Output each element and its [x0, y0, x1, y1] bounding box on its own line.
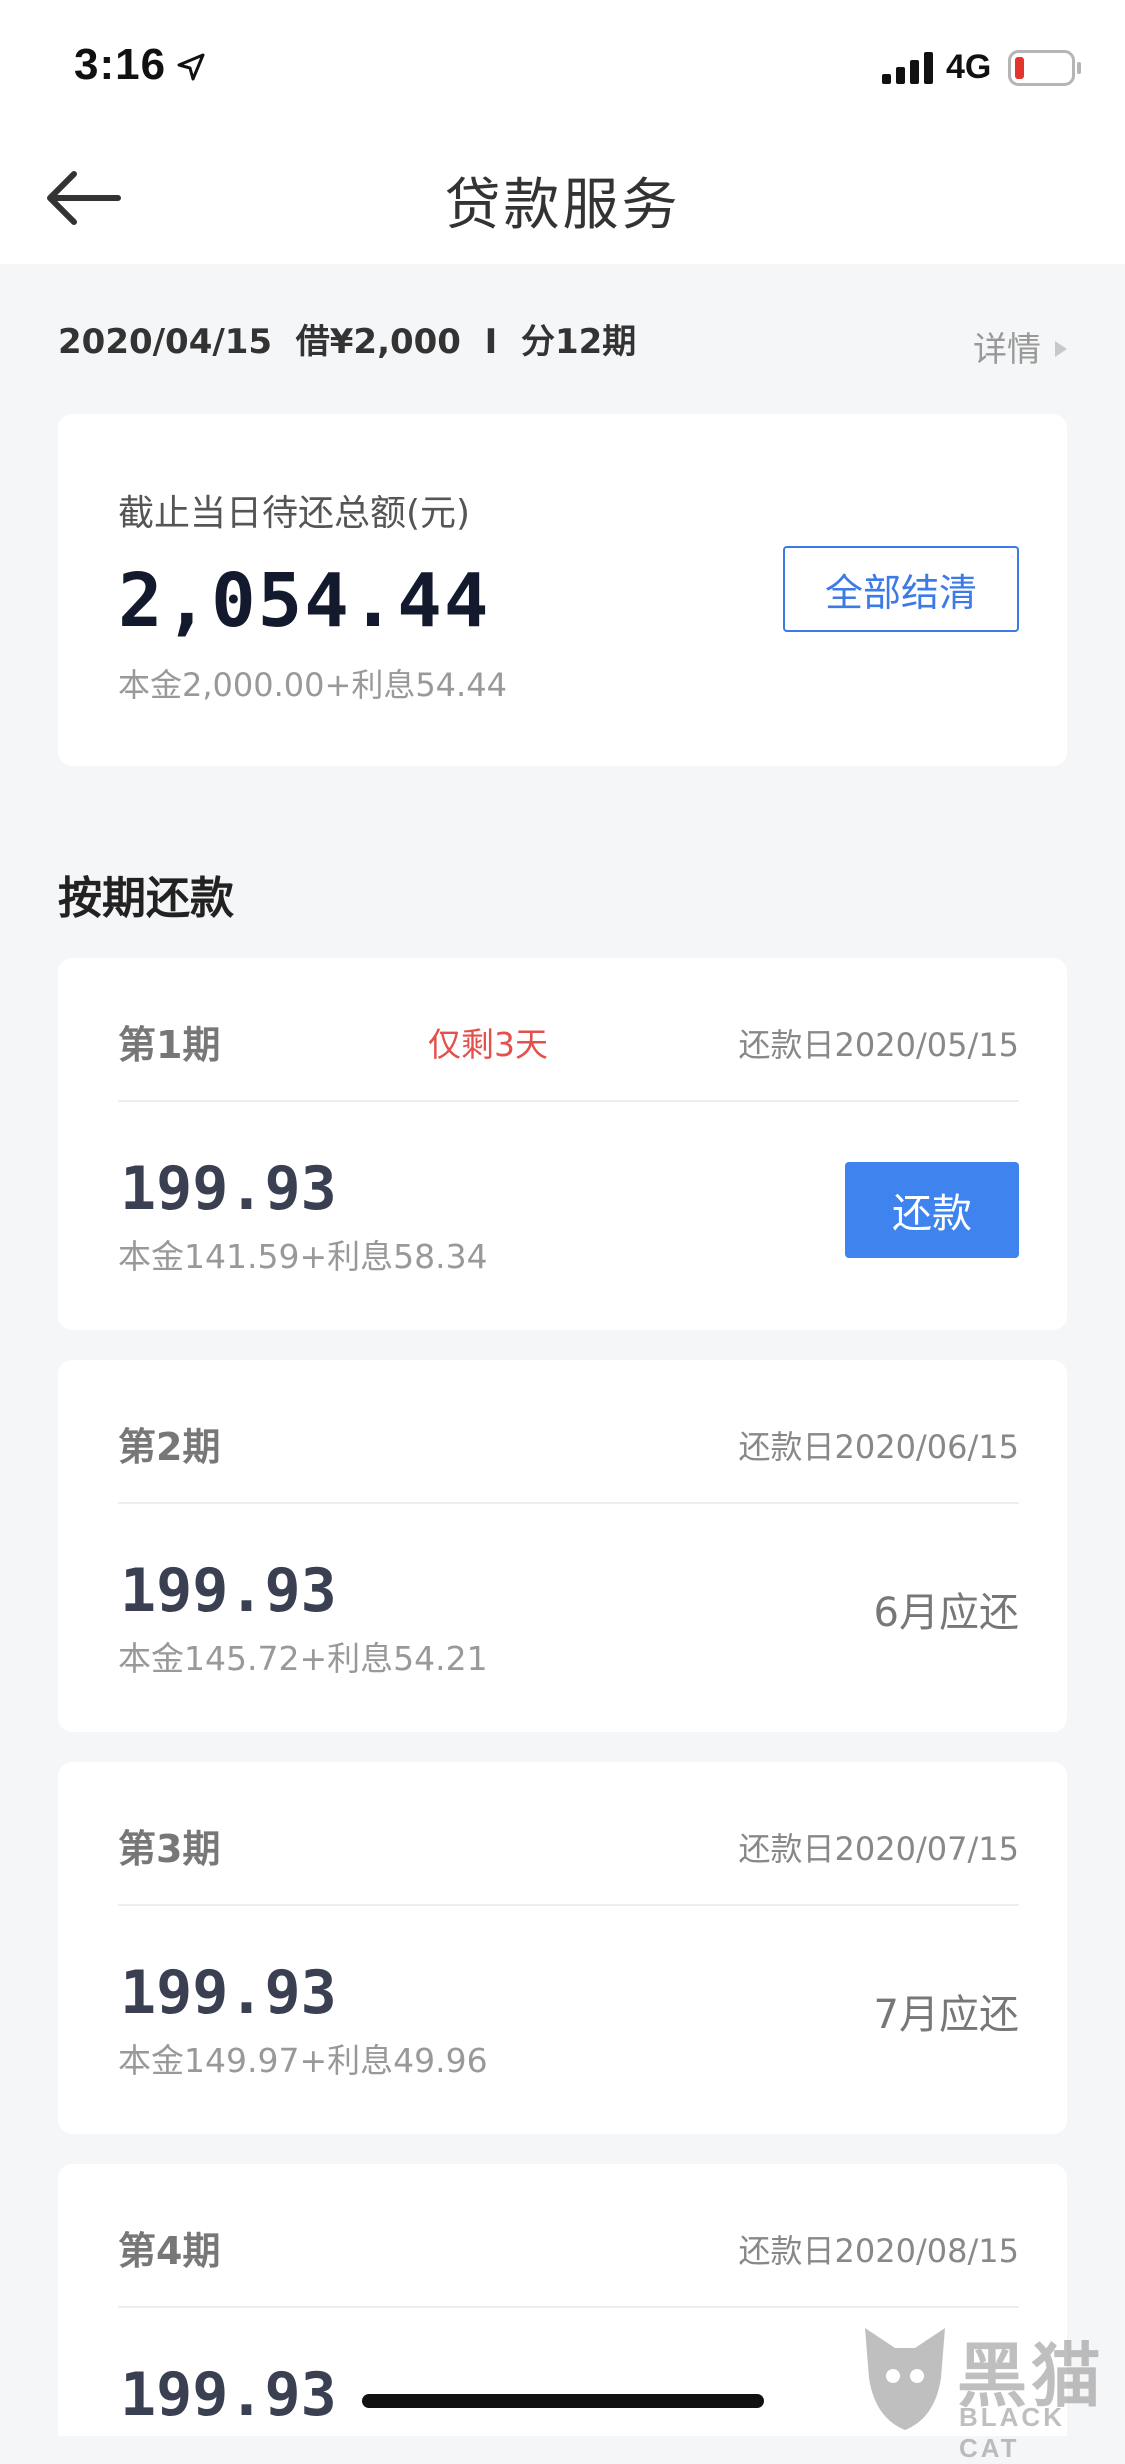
installment-breakdown: 本金141.59+利息58.34 — [118, 1237, 488, 1276]
installment-breakdown: 本金145.72+利息54.21 — [118, 1639, 488, 1678]
days-remaining-badge: 仅剩3天 — [428, 1025, 548, 1064]
status-time: 3:16 — [74, 40, 167, 89]
divider — [118, 1100, 1019, 1102]
installment-amount: 199.93 — [120, 1958, 337, 2028]
location-arrow-icon — [177, 53, 205, 81]
due-date: 还款日2020/07/15 — [738, 1830, 1019, 1868]
installment-label: 第2期 — [118, 1425, 221, 1469]
due-month-label: 6月应还 — [873, 1590, 1019, 1636]
installment-card: 第2期 还款日2020/06/15 199.93 本金145.72+利息54.2… — [58, 1360, 1067, 1732]
black-cat-watermark: 黑猫 BLACK CAT — [845, 2318, 1125, 2463]
installment-card: 第1期 仅剩3天 还款日2020/05/15 199.93 本金141.59+利… — [58, 958, 1067, 1330]
installment-amount: 199.93 — [120, 1556, 337, 1626]
chevron-right-icon — [1055, 340, 1067, 357]
watermark-en-text: BLACK CAT — [959, 2402, 1065, 2463]
divider — [118, 2306, 1019, 2308]
total-due-label: 截止当日待还总额(元) — [118, 493, 471, 534]
total-due-amount: 2,054.44 — [118, 558, 491, 644]
home-indicator[interactable] — [362, 2394, 764, 2408]
installment-label: 第4期 — [118, 2229, 221, 2273]
divider — [118, 1904, 1019, 1906]
loan-summary-text: 2020/04/15 借¥2,000 I 分12期 — [58, 322, 637, 362]
due-month-label: 7月应还 — [873, 1992, 1019, 2038]
divider — [118, 1502, 1019, 1504]
repay-button[interactable]: 还款 — [845, 1162, 1019, 1258]
cellular-signal-icon — [882, 52, 933, 84]
installment-amount: 199.93 — [120, 2360, 337, 2430]
installment-label: 第1期 — [118, 1023, 221, 1067]
cat-logo-icon — [865, 2328, 945, 2430]
total-due-breakdown: 本金2,000.00+利息54.44 — [118, 666, 507, 704]
nav-bar: 贷款服务 — [0, 132, 1125, 264]
settle-all-button[interactable]: 全部结清 — [783, 546, 1019, 632]
installment-breakdown: 本金149.97+利息49.96 — [118, 2041, 488, 2080]
loan-summary-row: 2020/04/15 借¥2,000 I 分12期 详情 — [58, 310, 1067, 370]
installments-heading: 按期还款 — [58, 873, 234, 924]
battery-low-icon — [1008, 50, 1081, 86]
due-date: 还款日2020/08/15 — [738, 2232, 1019, 2270]
installment-label: 第3期 — [118, 1827, 221, 1871]
due-date: 还款日2020/06/15 — [738, 1428, 1019, 1466]
detail-link[interactable]: 详情 — [973, 322, 1067, 371]
status-bar: 3:16 4G — [0, 0, 1125, 132]
total-due-card: 截止当日待还总额(元) 2,054.44 本金2,000.00+利息54.44 … — [58, 414, 1067, 766]
detail-label: 详情 — [973, 330, 1041, 370]
due-date: 还款日2020/05/15 — [738, 1026, 1019, 1064]
installment-amount: 199.93 — [120, 1154, 337, 1224]
network-type: 4G — [946, 48, 992, 86]
page-title: 贷款服务 — [444, 173, 681, 238]
installment-card: 第3期 还款日2020/07/15 199.93 本金149.97+利息49.9… — [58, 1762, 1067, 2134]
